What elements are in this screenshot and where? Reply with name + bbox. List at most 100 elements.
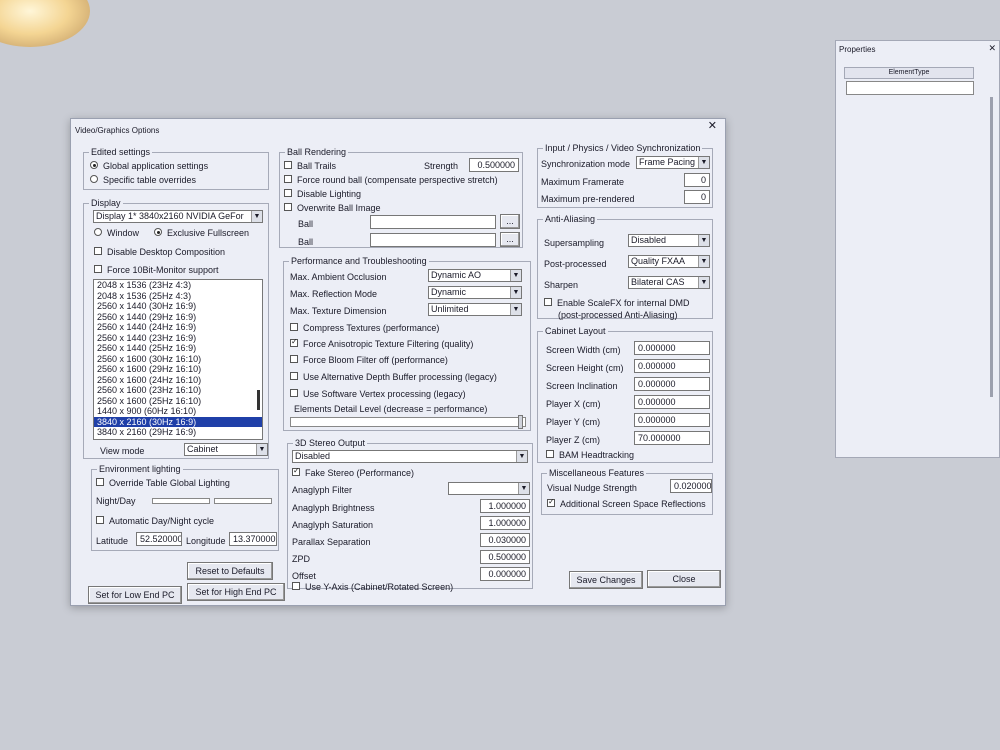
offset-input[interactable]: 0.000000 <box>480 567 530 581</box>
depth-buffer-checkbox[interactable]: Use Alternative Depth Buffer processing … <box>290 372 497 382</box>
resolution-item[interactable]: 2560 x 1440 (23Hz 16:9) <box>94 333 262 344</box>
ball-decal-input[interactable] <box>370 233 496 247</box>
overwrite-ball-checkbox[interactable]: Overwrite Ball Image <box>284 203 381 213</box>
player-x-input[interactable]: 0.000000 <box>634 395 710 409</box>
parallax-input[interactable]: 0.030000 <box>480 533 530 547</box>
exclusive-fullscreen-radio[interactable]: Exclusive Fullscreen <box>154 228 249 238</box>
slider-thumb[interactable] <box>518 415 523 429</box>
ball-decal-browse-button[interactable]: ... <box>500 232 520 247</box>
display-device-select[interactable]: Display 1* 3840x2160 NVIDIA GeFor ▼ <box>93 210 263 223</box>
properties-close-icon[interactable]: ✕ <box>988 43 996 54</box>
properties-scrollbar[interactable] <box>990 97 993 397</box>
resolution-item[interactable]: 2560 x 1440 (25Hz 16:9) <box>94 343 262 354</box>
resolution-item[interactable]: 2560 x 1600 (25Hz 16:10) <box>94 396 262 407</box>
resolution-item[interactable]: 3840 x 2160 (29Hz 16:9) <box>94 427 262 438</box>
latitude-input[interactable]: 52.520000 <box>136 532 182 546</box>
scalefx-checkbox[interactable]: Enable ScaleFX for internal DMD <box>544 298 690 308</box>
y-axis-checkbox[interactable]: Use Y-Axis (Cabinet/Rotated Screen) <box>292 582 453 592</box>
specific-overrides-label: Specific table overrides <box>103 175 197 185</box>
ball-trails-checkbox[interactable]: Ball Trails <box>284 161 336 171</box>
zpd-input[interactable]: 0.500000 <box>480 550 530 564</box>
software-vertex-checkbox[interactable]: Use Software Vertex processing (legacy) <box>290 389 466 399</box>
high-end-pc-button[interactable]: Set for High End PC <box>187 583 285 601</box>
stereo-mode-select[interactable]: Disabled ▼ <box>292 450 528 463</box>
ball-rendering-title: Ball Rendering <box>285 147 349 157</box>
player-x-label: Player X (cm) <box>546 399 601 409</box>
round-ball-checkbox[interactable]: Force round ball (compensate perspective… <box>284 175 498 185</box>
sync-title: Input / Physics / Video Synchronization <box>543 143 703 153</box>
anaglyph-filter-select[interactable]: ▼ <box>448 482 530 495</box>
sync-mode-select[interactable]: Frame Pacing ▼ <box>636 156 710 169</box>
resolution-item[interactable]: 1440 x 900 (60Hz 16:10) <box>94 406 262 417</box>
max-prerendered-input[interactable]: 0 <box>684 190 710 204</box>
texture-dimension-select[interactable]: Unlimited ▼ <box>428 303 522 316</box>
anti-aliasing-title: Anti-Aliasing <box>543 214 598 224</box>
disable-lighting-checkbox[interactable]: Disable Lighting <box>284 189 361 199</box>
disable-composition-checkbox[interactable]: Disable Desktop Composition <box>94 247 225 257</box>
save-changes-button[interactable]: Save Changes <box>569 571 643 589</box>
chevron-down-icon: ▼ <box>518 483 529 494</box>
supersampling-select[interactable]: Disabled ▼ <box>628 234 710 247</box>
close-button[interactable]: Close <box>647 570 721 588</box>
reflection-mode-select[interactable]: Dynamic ▼ <box>428 286 522 299</box>
window-radio[interactable]: Window <box>94 228 139 238</box>
ball-image-input[interactable] <box>370 215 496 229</box>
resolution-item[interactable]: 2560 x 1440 (30Hz 16:9) <box>94 301 262 312</box>
force-10bit-checkbox[interactable]: Force 10Bit-Monitor support <box>94 265 219 275</box>
global-settings-radio[interactable]: Global application settings <box>90 161 208 171</box>
list-scrollbar-thumb[interactable] <box>257 390 260 410</box>
ssr-checkbox[interactable]: Additional Screen Space Reflections <box>547 497 706 509</box>
reset-defaults-button[interactable]: Reset to Defaults <box>187 562 273 580</box>
resolution-item[interactable]: 2048 x 1536 (25Hz 4:3) <box>94 291 262 302</box>
player-z-input[interactable]: 70.000000 <box>634 431 710 445</box>
resolution-item[interactable]: 2560 x 1440 (24Hz 16:9) <box>94 322 262 333</box>
anisotropic-filter-checkbox[interactable]: Force Anisotropic Texture Filtering (qua… <box>290 337 473 349</box>
view-mode-select[interactable]: Cabinet ▼ <box>184 443 268 456</box>
player-y-input[interactable]: 0.000000 <box>634 413 710 427</box>
scalefx-label: Enable ScaleFX for internal DMD <box>557 298 690 308</box>
anaglyph-brightness-input[interactable]: 1.000000 <box>480 499 530 513</box>
strength-label: Strength <box>424 161 459 171</box>
resolution-item[interactable]: 2560 x 1600 (30Hz 16:10) <box>94 354 262 365</box>
ball-image-browse-button[interactable]: ... <box>500 214 520 229</box>
scalefx-note: (post-processed Anti-Aliasing) <box>558 310 678 320</box>
ambient-occlusion-select[interactable]: Dynamic AO ▼ <box>428 269 522 282</box>
max-framerate-input[interactable]: 0 <box>684 173 710 187</box>
override-lighting-checkbox[interactable]: Override Table Global Lighting <box>96 478 230 488</box>
resolution-item[interactable]: 2560 x 1600 (29Hz 16:10) <box>94 364 262 375</box>
screen-height-input[interactable]: 0.000000 <box>634 359 710 373</box>
night-day-slider-end[interactable] <box>214 498 272 504</box>
detail-level-slider[interactable] <box>290 415 526 429</box>
low-end-pc-button[interactable]: Set for Low End PC <box>88 586 182 604</box>
screen-width-input[interactable]: 0.000000 <box>634 341 710 355</box>
checkbox-icon <box>290 372 298 380</box>
nudge-strength-input[interactable]: 0.020000 <box>670 479 712 493</box>
resolution-list[interactable]: 2048 x 1536 (23Hz 4:3) 2048 x 1536 (25Hz… <box>93 279 263 440</box>
resolution-item[interactable]: 2560 x 1440 (29Hz 16:9) <box>94 312 262 323</box>
radio-icon <box>90 175 98 183</box>
resolution-item[interactable]: 2560 x 1600 (23Hz 16:10) <box>94 385 262 396</box>
environment-lighting-group: Environment lighting Override Table Glob… <box>91 464 279 551</box>
post-processed-select[interactable]: Quality FXAA ▼ <box>628 255 710 268</box>
resolution-item-selected[interactable]: 3840 x 2160 (30Hz 16:9) <box>94 416 262 427</box>
resolution-item[interactable]: 2048 x 1536 (23Hz 4:3) <box>94 280 262 291</box>
screen-inclination-input[interactable]: 0.000000 <box>634 377 710 391</box>
longitude-input[interactable]: 13.370000 <box>229 532 277 546</box>
chevron-down-icon: ▼ <box>698 235 709 246</box>
bloom-off-checkbox[interactable]: Force Bloom Filter off (performance) <box>290 355 448 365</box>
dialog-close-icon[interactable]: ✕ <box>708 119 717 132</box>
supersampling-label: Supersampling <box>544 238 605 248</box>
element-type-input[interactable] <box>846 81 974 95</box>
bam-headtracking-checkbox[interactable]: BAM Headtracking <box>546 450 634 460</box>
fake-stereo-checkbox[interactable]: Fake Stereo (Performance) <box>292 466 414 478</box>
sharpen-select[interactable]: Bilateral CAS ▼ <box>628 276 710 289</box>
specific-overrides-radio[interactable]: Specific table overrides <box>90 175 196 185</box>
depth-buffer-label: Use Alternative Depth Buffer processing … <box>303 372 497 382</box>
strength-input[interactable]: 0.500000 <box>469 158 519 172</box>
resolution-item[interactable]: 2560 x 1600 (24Hz 16:10) <box>94 375 262 386</box>
compress-textures-checkbox[interactable]: Compress Textures (performance) <box>290 323 439 333</box>
auto-daynight-checkbox[interactable]: Automatic Day/Night cycle <box>96 516 214 526</box>
anaglyph-saturation-input[interactable]: 1.000000 <box>480 516 530 530</box>
max-prerendered-label: Maximum pre-rendered <box>541 194 635 204</box>
night-day-slider[interactable] <box>152 498 210 504</box>
